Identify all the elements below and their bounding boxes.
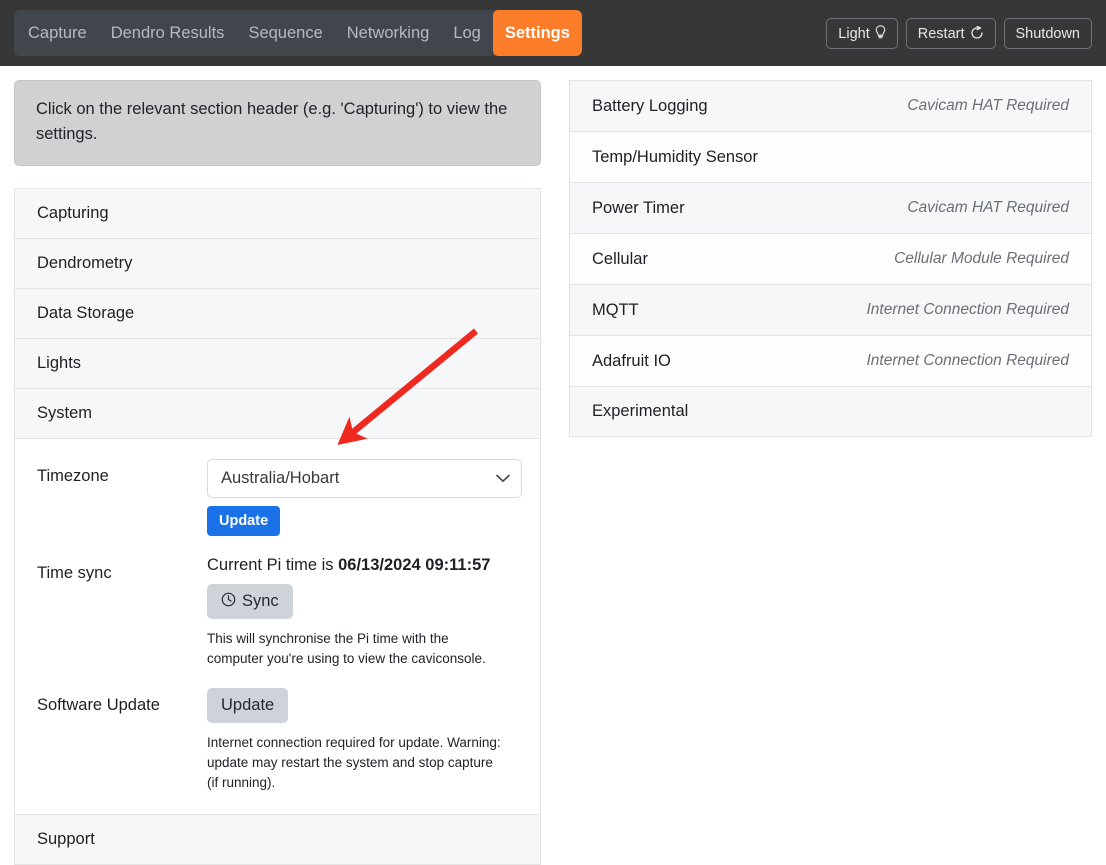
right-column: Battery Logging Cavicam HAT Required Tem… [569, 80, 1092, 437]
section-header-support-label: Support [37, 830, 95, 848]
section-header-capturing[interactable]: Capturing [14, 188, 541, 238]
mqtt-requirement-note: Internet Connection Required [867, 301, 1070, 319]
info-alert-text: Click on the relevant section header (e.… [36, 100, 507, 143]
software-update-button[interactable]: Update [207, 688, 288, 723]
sync-button[interactable]: Sync [207, 584, 293, 619]
software-update-button-label: Update [221, 696, 274, 715]
settings-accordion: Capturing Dendrometry Data Storage Light… [14, 188, 541, 865]
tab-sequence[interactable]: Sequence [236, 10, 334, 56]
tab-capture-label: Capture [28, 24, 87, 43]
tab-dendro-results[interactable]: Dendro Results [99, 10, 237, 56]
section-header-power-timer-label: Power Timer [592, 199, 685, 218]
section-header-experimental-label: Experimental [592, 402, 688, 421]
section-header-dendrometry[interactable]: Dendrometry [14, 238, 541, 288]
section-header-battery-logging[interactable]: Battery Logging Cavicam HAT Required [569, 80, 1092, 131]
section-header-cellular-label: Cellular [592, 250, 648, 269]
timezone-update-label: Update [219, 513, 268, 529]
top-navbar: Capture Dendro Results Sequence Networki… [0, 0, 1106, 66]
shutdown-button-label: Shutdown [1016, 26, 1081, 42]
section-header-experimental[interactable]: Experimental [569, 386, 1092, 437]
right-section-list: Battery Logging Cavicam HAT Required Tem… [569, 80, 1092, 437]
power-timer-requirement-note: Cavicam HAT Required [907, 199, 1069, 217]
tab-networking-label: Networking [347, 24, 430, 43]
info-alert: Click on the relevant section header (e.… [14, 80, 541, 166]
tab-log[interactable]: Log [441, 10, 493, 56]
software-update-row: Software Update Update Internet connecti… [15, 688, 540, 792]
section-header-adafruit-io[interactable]: Adafruit IO Internet Connection Required [569, 335, 1092, 386]
battery-logging-requirement-note: Cavicam HAT Required [907, 97, 1069, 115]
section-header-dendrometry-label: Dendrometry [37, 254, 132, 272]
page-content: Click on the relevant section header (e.… [0, 66, 1106, 830]
section-header-temp-humidity-sensor-label: Temp/Humidity Sensor [592, 148, 758, 167]
current-pi-time-value: 06/13/2024 09:11:57 [338, 556, 490, 574]
section-header-data-storage[interactable]: Data Storage [14, 288, 541, 338]
tab-log-label: Log [453, 24, 481, 43]
adafruit-io-requirement-note: Internet Connection Required [867, 352, 1070, 370]
tab-sequence-label: Sequence [248, 24, 322, 43]
section-header-mqtt[interactable]: MQTT Internet Connection Required [569, 284, 1092, 335]
tab-capture[interactable]: Capture [14, 10, 99, 56]
tab-settings-label: Settings [505, 24, 570, 43]
time-sync-row: Time sync Current Pi time is 06/13/2024 … [15, 556, 540, 669]
tab-networking[interactable]: Networking [335, 10, 442, 56]
clock-icon [221, 592, 236, 612]
current-pi-time: Current Pi time is 06/13/2024 09:11:57 [207, 556, 518, 576]
section-header-system[interactable]: System [14, 388, 541, 438]
timezone-row: Timezone Australia/Hobart Update [15, 459, 540, 536]
section-header-temp-humidity-sensor[interactable]: Temp/Humidity Sensor [569, 131, 1092, 182]
current-pi-time-prefix: Current Pi time is [207, 556, 334, 574]
shutdown-button[interactable]: Shutdown [1004, 18, 1093, 49]
light-button[interactable]: Light [826, 18, 897, 49]
section-header-battery-logging-label: Battery Logging [592, 97, 708, 116]
light-button-label: Light [838, 26, 869, 42]
timezone-label: Timezone [37, 459, 207, 536]
system-section-body: Timezone Australia/Hobart Update Time [14, 438, 541, 815]
timezone-update-button[interactable]: Update [207, 506, 280, 536]
section-header-mqtt-label: MQTT [592, 301, 639, 320]
sync-button-label: Sync [242, 592, 279, 611]
section-header-support[interactable]: Support [14, 814, 541, 865]
nav-action-buttons: Light Restart Shutdown [826, 18, 1092, 49]
section-header-cellular[interactable]: Cellular Cellular Module Required [569, 233, 1092, 284]
restart-button[interactable]: Restart [906, 18, 996, 49]
section-header-lights-label: Lights [37, 354, 81, 372]
section-header-power-timer[interactable]: Power Timer Cavicam HAT Required [569, 182, 1092, 233]
software-update-helper: Internet connection required for update.… [207, 733, 507, 792]
section-header-adafruit-io-label: Adafruit IO [592, 352, 671, 371]
section-header-lights[interactable]: Lights [14, 338, 541, 388]
section-header-system-label: System [37, 404, 92, 422]
software-update-label: Software Update [37, 688, 207, 792]
section-header-capturing-label: Capturing [37, 204, 109, 222]
restart-icon [970, 26, 984, 42]
timezone-select[interactable]: Australia/Hobart [207, 459, 522, 498]
restart-button-label: Restart [918, 26, 965, 42]
time-sync-helper: This will synchronise the Pi time with t… [207, 629, 507, 668]
cellular-requirement-note: Cellular Module Required [894, 250, 1069, 268]
time-sync-label: Time sync [37, 556, 207, 669]
left-column: Click on the relevant section header (e.… [14, 80, 541, 865]
nav-tab-list: Capture Dendro Results Sequence Networki… [14, 10, 582, 56]
tab-settings[interactable]: Settings [493, 10, 582, 56]
lightbulb-icon [875, 25, 886, 42]
section-header-data-storage-label: Data Storage [37, 304, 134, 322]
tab-dendro-results-label: Dendro Results [111, 24, 225, 43]
